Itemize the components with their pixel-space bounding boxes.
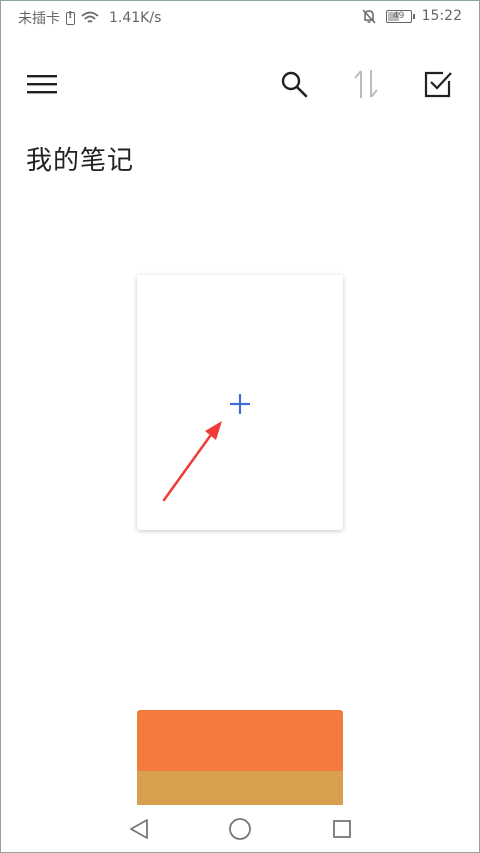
home-button[interactable]: [225, 815, 255, 843]
navigation-bar: [0, 805, 480, 853]
home-circle-icon: [229, 818, 251, 840]
battery-level-text: 49: [392, 10, 405, 21]
status-bar: 未插卡 1.41K/s 49 15:22: [0, 0, 480, 34]
recent-apps-button[interactable]: [327, 815, 357, 843]
wifi-icon: [81, 11, 99, 23]
sort-button[interactable]: [346, 64, 386, 104]
back-triangle-icon: [130, 819, 148, 839]
sim-alert-icon: [66, 10, 75, 25]
notebook-band: [137, 771, 343, 805]
plus-icon[interactable]: [228, 392, 252, 416]
carrier-text: 未插卡: [18, 11, 60, 27]
sort-icon: [354, 70, 378, 98]
recent-square-icon: [333, 820, 351, 838]
page-title: 我的笔记: [26, 146, 135, 176]
status-left: 未插卡 1.41K/s: [18, 8, 161, 28]
back-button[interactable]: [124, 815, 154, 843]
top-toolbar: [0, 60, 480, 110]
select-button[interactable]: [418, 64, 458, 104]
hamburger-menu-icon: [27, 75, 57, 94]
status-right: 49 15:22: [362, 8, 462, 24]
notebook-card[interactable]: [137, 710, 343, 805]
mute-bell-icon: [362, 8, 376, 24]
notebook-cover: [137, 710, 343, 771]
search-button[interactable]: [274, 64, 314, 104]
network-speed-text: 1.41K/s: [109, 10, 162, 26]
search-icon: [281, 71, 308, 98]
checkbox-select-icon: [424, 71, 452, 98]
battery-icon: 49: [385, 9, 415, 23]
menu-button[interactable]: [22, 64, 62, 104]
clock-text: 15:22: [421, 8, 462, 24]
